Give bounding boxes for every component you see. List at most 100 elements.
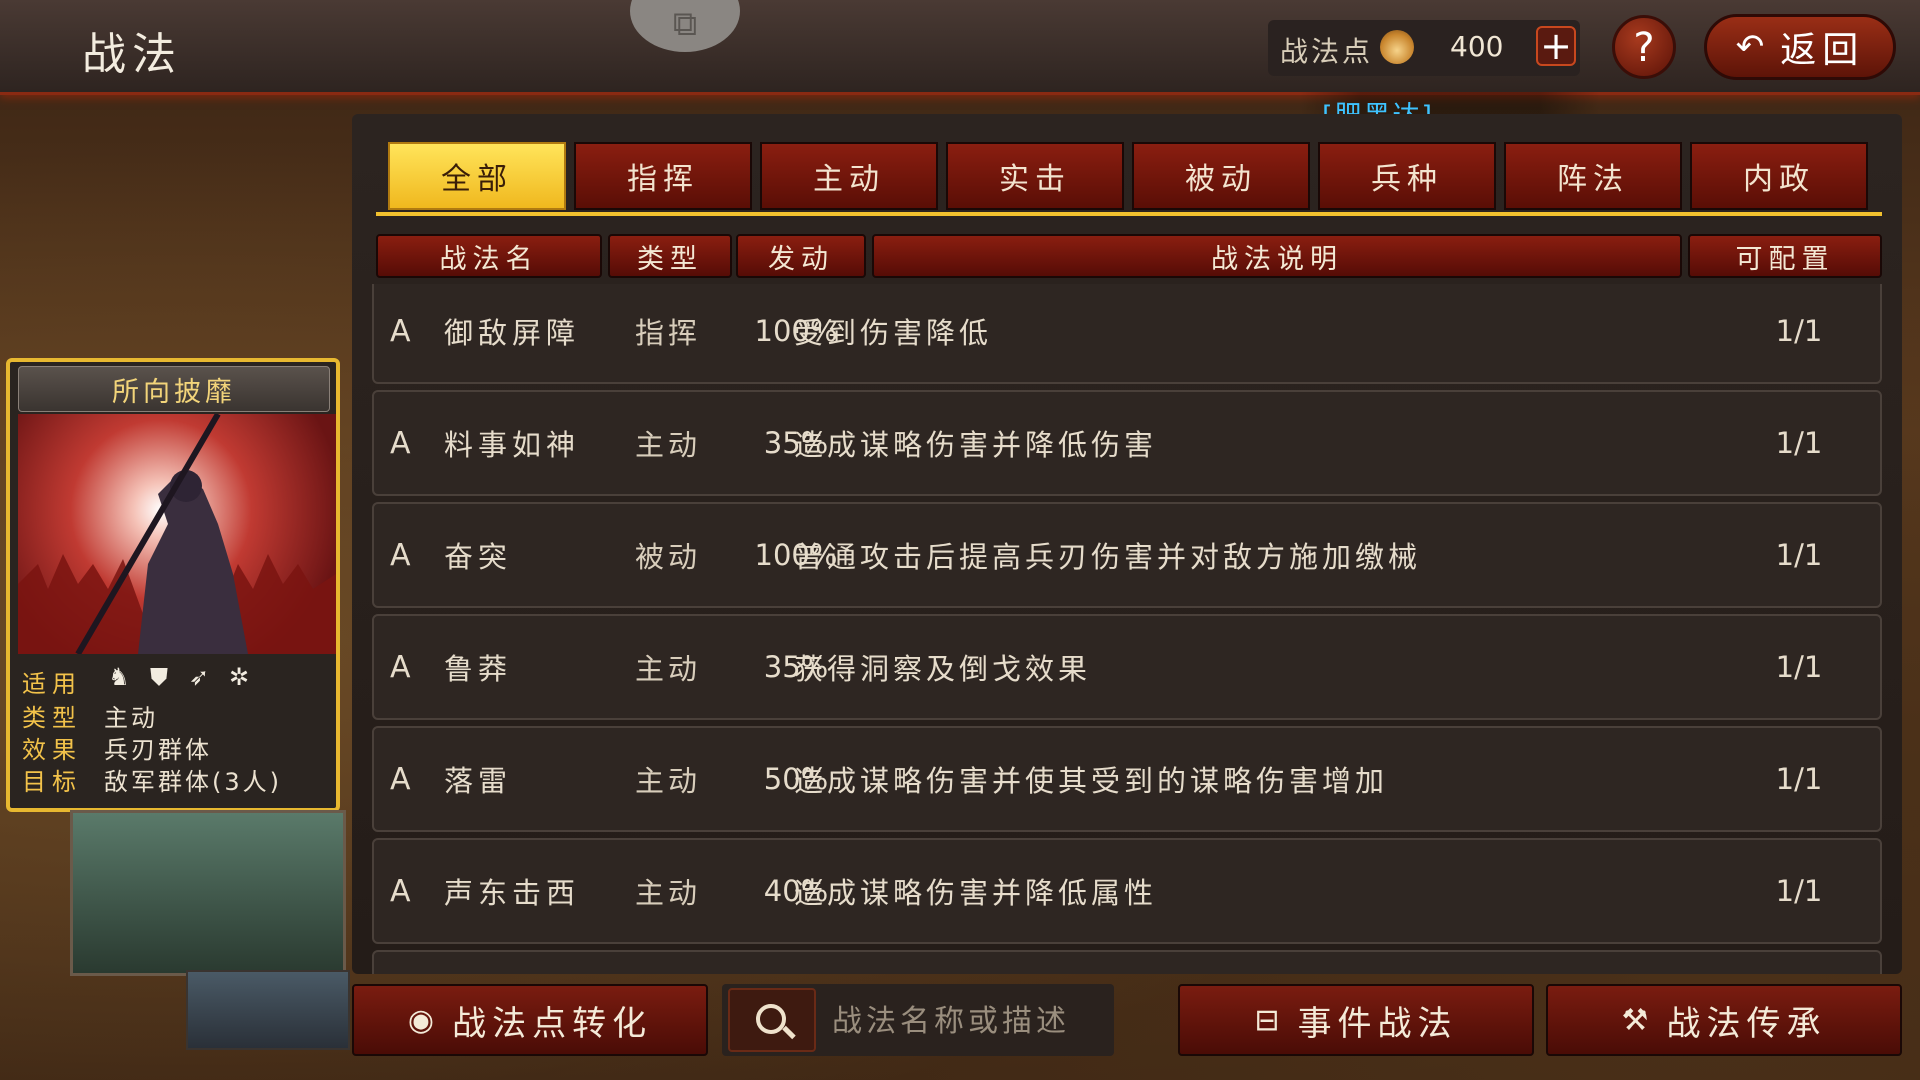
flame-icon	[1380, 30, 1414, 64]
info-apply: 适用 ♞ ⛊ ➶ ✲	[20, 664, 336, 698]
tactic-points-value: 400	[1450, 30, 1504, 63]
tab-troop[interactable]: 兵种	[1318, 142, 1496, 210]
back-button-label: 返回	[1780, 30, 1865, 71]
type-value: 主动	[104, 704, 158, 732]
info-type: 类型 主动	[20, 698, 336, 732]
tab-internal[interactable]: 内政	[1690, 142, 1868, 210]
event-tactics-label: 事件战法	[1297, 1003, 1458, 1044]
stacked-card-image[interactable]	[70, 810, 346, 976]
troop-icons: ♞ ⛊ ➶ ✲	[106, 664, 252, 690]
help-button[interactable]: ?	[1612, 15, 1676, 79]
cavalry-icon: ♞	[108, 663, 130, 691]
tactic-configurable: 1/1	[1775, 874, 1823, 908]
tactic-configurable: 1/1	[1775, 426, 1823, 460]
chariot-icon: ✲	[228, 663, 250, 691]
tactic-configurable: 1/1	[1775, 762, 1823, 796]
tactic-name: 鲁莽	[444, 652, 513, 686]
table-row[interactable]: A 御敌屏障 指挥 100% 受到伤害降低 1/1	[372, 284, 1882, 384]
table-row[interactable]	[372, 950, 1882, 974]
grade-label: A	[390, 873, 411, 909]
tactic-type: 被动	[634, 540, 701, 574]
table-header: 战法名 类型 发动 战法说明 可配置	[376, 234, 1882, 278]
tactic-configurable: 1/1	[1775, 314, 1823, 348]
tactic-description: 造成谋略伤害并使其受到的谋略伤害增加	[794, 764, 1389, 798]
tactics-panel: 全部 指挥 主动 实击 被动 兵种 阵法 内政 战法名 类型 发动 战法说明 可…	[352, 114, 1902, 974]
table-row[interactable]: A 声东击西 主动 40% 造成谋略伤害并降低属性 1/1	[372, 838, 1882, 944]
convert-points-label: 战法点转化	[452, 1003, 653, 1044]
tab-formation[interactable]: 阵法	[1504, 142, 1682, 210]
tab-all[interactable]: 全部	[388, 142, 566, 210]
tactic-type: 主动	[634, 652, 701, 686]
card-title: 所向披靡	[18, 366, 330, 412]
flame-icon: ◉	[407, 1002, 441, 1038]
card-artwork	[18, 414, 336, 654]
back-button[interactable]: ↶ 返回	[1704, 14, 1896, 80]
table-row[interactable]: A 落雷 主动 50% 造成谋略伤害并使其受到的谋略伤害增加 1/1	[372, 726, 1882, 832]
tactic-name: 落雷	[444, 764, 513, 798]
info-target: 目标 敌军群体(3人)	[20, 762, 336, 796]
tactic-preview-card[interactable]: 所向披靡 适用 ♞ ⛊ ➶ ✲ 类型 主动 效果 兵刃群体 目标 敌军群体(3人…	[6, 358, 340, 812]
stacked-card-image[interactable]	[186, 970, 350, 1050]
tactic-name: 御敌屏障	[444, 316, 581, 350]
grade-label: A	[390, 649, 411, 685]
target-label: 目标	[22, 768, 82, 796]
tactic-type: 主动	[634, 764, 701, 798]
scroll-icon: ⊟	[1254, 1002, 1286, 1038]
tactic-configurable: 1/1	[1775, 650, 1823, 684]
effect-value: 兵刃群体	[104, 736, 212, 764]
info-effect: 效果 兵刃群体	[20, 730, 336, 764]
search-input[interactable]	[830, 994, 1104, 1048]
hammer-icon: ⚒	[1621, 1002, 1655, 1038]
header-type[interactable]: 类型	[608, 234, 732, 278]
tactics-list: A 御敌屏障 指挥 100% 受到伤害降低 1/1 A 料事如神 主动 35% …	[372, 284, 1884, 974]
inherit-tactics-button[interactable]: ⚒ 战法传承	[1546, 984, 1902, 1056]
tactic-points-label: 战法点	[1280, 35, 1374, 68]
tab-passive[interactable]: 被动	[1132, 142, 1310, 210]
tactic-description: 受到伤害降低	[794, 316, 993, 350]
tactic-type: 主动	[634, 876, 701, 910]
tactic-points-box: 战法点 400 +	[1268, 20, 1580, 76]
table-row[interactable]: A 料事如神 主动 35% 造成谋略伤害并降低伤害 1/1	[372, 390, 1882, 496]
tactic-description: 造成谋略伤害并降低伤害	[794, 428, 1158, 462]
back-arrow-icon: ↶	[1735, 27, 1771, 67]
search-button[interactable]	[728, 988, 816, 1052]
shield-icon: ⛊	[150, 663, 168, 691]
convert-points-button[interactable]: ◉ 战法点转化	[352, 984, 708, 1056]
search-bar	[722, 984, 1114, 1056]
target-value: 敌军群体(3人)	[104, 768, 282, 796]
header-name[interactable]: 战法名	[376, 234, 602, 278]
event-tactics-button[interactable]: ⊟ 事件战法	[1178, 984, 1534, 1056]
tab-bar: 全部 指挥 主动 实击 被动 兵种 阵法 内政	[388, 142, 1888, 212]
tab-command[interactable]: 指挥	[574, 142, 752, 210]
tactic-description: 普通攻击后提高兵刃伤害并对敌方施加缴械	[794, 540, 1422, 574]
tactic-description: 造成谋略伤害并降低属性	[794, 876, 1158, 910]
header-configurable[interactable]: 可配置	[1688, 234, 1882, 278]
inherit-tactics-label: 战法传承	[1666, 1003, 1827, 1044]
grade-label: A	[390, 537, 411, 573]
table-row[interactable]: A 鲁莽 主动 35% 获得洞察及倒戈效果 1/1	[372, 614, 1882, 720]
header-description: 战法说明	[872, 234, 1682, 278]
tactic-name: 奋突	[444, 540, 513, 574]
type-label: 类型	[22, 704, 82, 732]
tactic-configurable: 1/1	[1775, 538, 1823, 572]
tab-strike[interactable]: 实击	[946, 142, 1124, 210]
search-icon-handle	[782, 1025, 796, 1040]
add-points-button[interactable]: +	[1536, 26, 1576, 66]
tactic-type: 主动	[634, 428, 701, 462]
tactic-type: 指挥	[634, 316, 701, 350]
archer-icon: ➶	[188, 663, 210, 691]
tactic-name: 料事如神	[444, 428, 581, 462]
top-bar: 战法 ⧉ 战法点 400 + ? ↶ 返回	[0, 0, 1920, 95]
tactic-description: 获得洞察及倒戈效果	[794, 652, 1092, 686]
apply-label: 适用	[22, 670, 82, 698]
tactic-name: 声东击西	[444, 876, 581, 910]
grade-label: A	[390, 313, 411, 349]
table-row[interactable]: A 奋突 被动 100% 普通攻击后提高兵刃伤害并对敌方施加缴械 1/1	[372, 502, 1882, 608]
grade-label: A	[390, 425, 411, 461]
puzzle-icon[interactable]: ⧉	[630, 0, 740, 52]
effect-label: 效果	[22, 736, 82, 764]
page-title: 战法	[82, 29, 182, 80]
header-rate[interactable]: 发动	[736, 234, 866, 278]
tab-active[interactable]: 主动	[760, 142, 938, 210]
grade-label: A	[390, 761, 411, 797]
